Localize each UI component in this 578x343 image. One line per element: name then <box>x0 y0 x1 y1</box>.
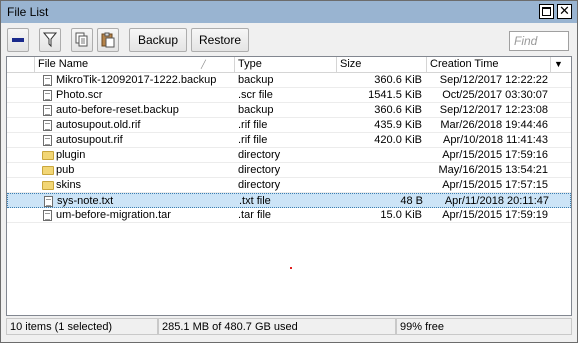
cell-file-name: plugin <box>56 149 86 161</box>
status-free: 99% free <box>396 318 572 335</box>
cursor-dot <box>290 267 292 269</box>
file-list-window: File List ✕ Backup Restore Find File Nam… <box>0 0 578 343</box>
cell-creation-time: Apr/11/2018 20:11:47 <box>444 195 549 207</box>
cell-type: .scr file <box>238 89 273 101</box>
file-icon <box>43 210 52 221</box>
filter-icon <box>43 32 57 48</box>
cell-creation-time: Apr/15/2015 17:59:16 <box>442 149 548 161</box>
cell-file-name: autosupout.rif <box>56 134 123 146</box>
cell-type: backup <box>238 74 274 86</box>
cell-creation-time: Apr/15/2015 17:57:15 <box>442 179 548 191</box>
table-row[interactable]: auto-before-reset.backup backup 360.6 KiB S… <box>7 103 571 118</box>
maximize-icon <box>542 7 551 16</box>
paste-button[interactable] <box>97 28 119 52</box>
copy-icon <box>75 32 88 47</box>
cell-file-name: MikroTik-12092017-1222.backup <box>56 74 217 86</box>
cell-size: 360.6 KiB <box>374 104 422 116</box>
cell-creation-time: May/16/2015 13:54:21 <box>438 164 548 176</box>
cell-type: .rif file <box>238 119 268 131</box>
find-input[interactable] <box>509 31 569 51</box>
file-icon <box>43 105 52 116</box>
cell-size: 48 B <box>400 195 423 207</box>
cell-file-name: um-before-migration.tar <box>56 209 171 221</box>
file-icon <box>43 120 52 131</box>
table-row[interactable]: autosupout.old.rif .rif file 435.9 KiB Mar/… <box>7 118 571 133</box>
file-icon <box>43 90 52 101</box>
status-usage: 285.1 MB of 480.7 GB used <box>158 318 396 335</box>
dropdown-icon: ▼ <box>554 59 563 69</box>
column-header-label: File Name <box>38 58 89 70</box>
sort-desc-icon: ╱ <box>201 60 206 69</box>
table-row[interactable]: Photo.scr .scr file 1541.5 KiB Oct/25/2017 … <box>7 88 571 103</box>
cell-file-name: auto-before-reset.backup <box>56 104 179 116</box>
cell-file-name: Photo.scr <box>56 89 103 101</box>
table-row[interactable]: um-before-migration.tar .tar file 15.0 KiB… <box>7 208 571 223</box>
table-row[interactable]: skins directory Apr/15/2015 17:57:15 <box>7 178 571 193</box>
copy-button[interactable] <box>71 28 93 52</box>
file-icon <box>43 75 52 86</box>
cell-type: .tar file <box>238 209 272 221</box>
file-icon <box>43 135 52 146</box>
toolbar: Backup Restore <box>1 23 577 55</box>
column-header-creation-time[interactable]: Creation Time <box>427 57 551 73</box>
cell-type: .rif file <box>238 134 268 146</box>
cell-creation-time: Sep/12/2017 12:23:08 <box>439 104 548 116</box>
cell-file-name: skins <box>56 179 82 191</box>
cell-file-name: autosupout.old.rif <box>56 119 141 131</box>
cell-type: directory <box>238 179 281 191</box>
file-icon <box>44 196 53 207</box>
close-icon: ✕ <box>559 3 570 18</box>
cell-type: directory <box>238 164 281 176</box>
status-bar: 10 items (1 selected) 285.1 MB of 480.7 … <box>6 318 572 335</box>
close-button[interactable]: ✕ <box>557 3 572 19</box>
backup-button[interactable]: Backup <box>129 28 187 52</box>
paste-icon <box>101 32 115 48</box>
filter-button[interactable] <box>39 28 61 52</box>
column-header-type[interactable]: Type <box>235 57 337 73</box>
file-table: File Name Type Size Creation Time ▼ ╱ Mi… <box>6 56 572 316</box>
cell-size: 420.0 KiB <box>374 134 422 146</box>
table-header: File Name Type Size Creation Time ▼ ╱ <box>7 57 571 73</box>
cell-type: .txt file <box>239 195 271 207</box>
cell-type: directory <box>238 149 281 161</box>
folder-icon <box>42 151 54 160</box>
column-header-size[interactable]: Size <box>337 57 427 73</box>
restore-button[interactable]: Restore <box>191 28 249 52</box>
remove-button[interactable] <box>7 28 29 52</box>
table-row[interactable]: MikroTik-12092017-1222.backup backup 360.6… <box>7 73 571 88</box>
folder-icon <box>42 181 54 190</box>
table-row[interactable]: sys-note.txt .txt file 48 B Apr/11/2018 20:… <box>7 193 571 208</box>
cell-size: 360.6 KiB <box>374 74 422 86</box>
column-chooser[interactable]: ▼ <box>551 57 571 73</box>
column-header-label: Creation Time <box>430 58 499 70</box>
cell-creation-time: Sep/12/2017 12:22:22 <box>439 74 548 86</box>
window-title: File List <box>7 5 49 19</box>
column-header-label: Type <box>238 58 262 70</box>
cell-size: 435.9 KiB <box>374 119 422 131</box>
cell-creation-time: Mar/26/2018 19:44:46 <box>440 119 548 131</box>
cell-file-name: pub <box>56 164 75 176</box>
cell-size: 1541.5 KiB <box>368 89 422 101</box>
maximize-button[interactable] <box>539 4 554 19</box>
cell-size <box>340 148 422 162</box>
cell-type: backup <box>238 104 274 116</box>
table-row[interactable]: autosupout.rif .rif file 420.0 KiB Apr/10/2… <box>7 133 571 148</box>
table-row[interactable]: plugin directory Apr/15/2015 17:59:16 <box>7 148 571 163</box>
folder-icon <box>42 166 54 175</box>
cell-creation-time: Apr/10/2018 11:41:43 <box>443 134 548 146</box>
header-spacer <box>7 57 35 73</box>
cell-size <box>340 163 422 177</box>
cell-size <box>340 178 422 192</box>
table-row[interactable]: pub directory May/16/2015 13:54:21 <box>7 163 571 178</box>
cell-size: 15.0 KiB <box>380 209 422 221</box>
status-count: 10 items (1 selected) <box>6 318 158 335</box>
cell-file-name: sys-note.txt <box>57 195 114 207</box>
title-bar[interactable]: File List ✕ <box>1 1 577 23</box>
column-header-label: Size <box>340 58 362 70</box>
cell-creation-time: Oct/25/2017 03:30:07 <box>442 89 548 101</box>
minus-icon <box>12 38 24 42</box>
cell-creation-time: Apr/15/2015 17:59:19 <box>442 209 548 221</box>
